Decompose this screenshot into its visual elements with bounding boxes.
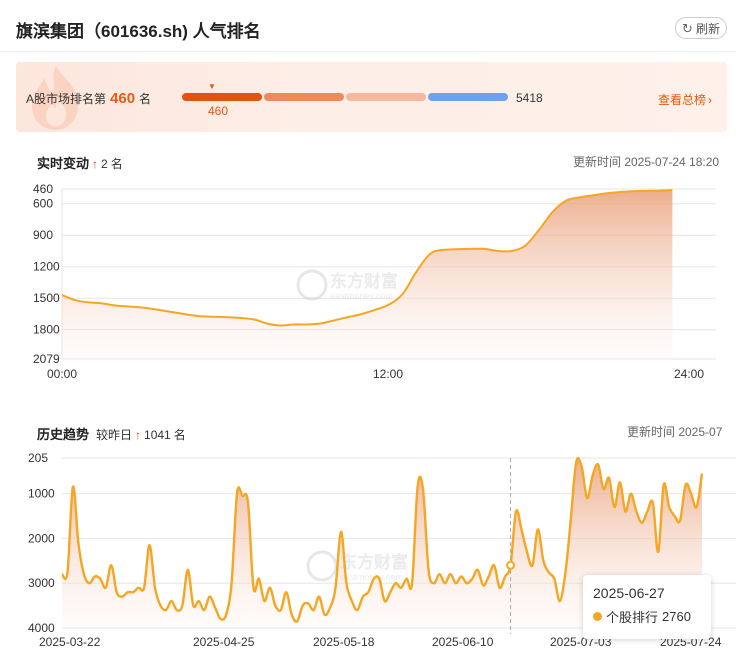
y-tick-label: 460 — [33, 182, 53, 196]
rank-total: 5418 — [516, 91, 543, 105]
market-rank-value: 460 — [110, 90, 136, 107]
watermark-cn: 东方财富 — [330, 271, 398, 291]
y-tick-label: 1200 — [33, 260, 60, 274]
rank-bar-segment-4 — [428, 93, 508, 101]
rank-card: A股市场排名第 460 名 ▼ 460 5418 查看总榜 › — [16, 62, 727, 132]
watermark-en: eastmoney.com — [330, 291, 393, 301]
chevron-right-icon: › — [708, 92, 713, 107]
y-tick-label: 600 — [33, 197, 53, 211]
x-tick-label: 2025-03-22 — [39, 635, 101, 649]
view-all-link[interactable]: 查看总榜 › — [658, 91, 712, 108]
arrow-up-icon: ↑ — [135, 428, 142, 442]
rank-bar-segment-2 — [264, 93, 344, 101]
logo-mark-icon — [306, 550, 338, 582]
logo-mark-icon — [296, 269, 328, 301]
history-compare-label: 较昨日 — [96, 428, 133, 442]
y-tick-label: 4000 — [28, 621, 55, 635]
rank-position-label: 460 — [208, 104, 229, 118]
history-title-label: 历史趋势 — [37, 427, 90, 442]
rank-bar-segment-3 — [346, 93, 426, 101]
series-dot-icon — [593, 612, 602, 621]
header: 旗滨集团（601636.sh) 人气排名 ↻ 刷新 — [0, 0, 736, 52]
y-tick-label: 900 — [33, 228, 53, 242]
eastmoney-logo: 东方财富eastmoney.com — [306, 550, 408, 582]
market-rank: A股市场排名第 460 名 — [26, 90, 151, 107]
y-tick-label: 1000 — [28, 487, 55, 501]
y-tick-label: 1800 — [33, 323, 60, 337]
tooltip-series-label: 个股排行 — [606, 610, 659, 625]
y-tick-label: 2079 — [33, 352, 60, 366]
x-tick-label: 2025-06-10 — [432, 635, 494, 649]
hover-point — [506, 560, 516, 570]
view-all-label: 查看总榜 — [658, 93, 707, 107]
history-change: 1041 — [144, 428, 171, 442]
x-tick-label: 2025-05-18 — [313, 635, 375, 649]
realtime-update-time: 更新时间 2025-07-24 18:20 — [573, 155, 720, 169]
history-update-time: 更新时间 2025-07 — [627, 425, 723, 439]
y-tick-label: 2000 — [28, 531, 55, 545]
x-tick-label: 00:00 — [47, 367, 77, 381]
realtime-change-unit: 名 — [110, 157, 123, 171]
page-title: 旗滨集团（601636.sh) 人气排名 — [16, 22, 261, 41]
x-tick-label: 24:00 — [674, 367, 704, 381]
watermark-en: eastmoney.com — [340, 572, 403, 582]
x-tick-label: 2025-04-25 — [193, 635, 255, 649]
history-change-unit: 名 — [173, 428, 186, 442]
y-tick-label: 1500 — [33, 291, 60, 305]
realtime-title-label: 实时变动 — [37, 156, 90, 171]
y-tick-label: 205 — [28, 451, 48, 465]
market-rank-unit: 名 — [139, 92, 152, 106]
arrow-up-icon: ↑ — [92, 157, 99, 171]
eastmoney-logo: 东方财富eastmoney.com — [296, 269, 398, 301]
realtime-chart: 460600 900 1200 1500 1800 207900:00 12:00 24:00… — [33, 182, 716, 381]
rank-marker-icon: ▼ — [208, 82, 216, 91]
refresh-button[interactable]: ↻ 刷新 — [675, 17, 727, 39]
watermark-cn: 东方财富 — [340, 552, 408, 572]
rank-bar-segment-1 — [182, 93, 262, 101]
chart-tooltip: 2025-06-27 个股排行 2760 — [583, 575, 711, 639]
realtime-title: 实时变动 ↑ 2 名 — [37, 153, 123, 172]
y-tick-label: 3000 — [28, 576, 55, 590]
x-tick-label: 12:00 — [373, 367, 403, 381]
refresh-label: 刷新 — [695, 21, 720, 36]
tooltip-value: 2760 — [662, 609, 691, 624]
refresh-icon: ↻ — [682, 20, 693, 36]
realtime-change: 2 — [101, 157, 108, 171]
history-title: 历史趋势 较昨日 ↑ 1041 名 — [37, 424, 186, 443]
tooltip-date: 2025-06-27 — [593, 585, 665, 601]
market-rank-label: A股市场排名第 — [26, 92, 107, 106]
tooltip-row: 个股排行 2760 — [593, 607, 701, 626]
